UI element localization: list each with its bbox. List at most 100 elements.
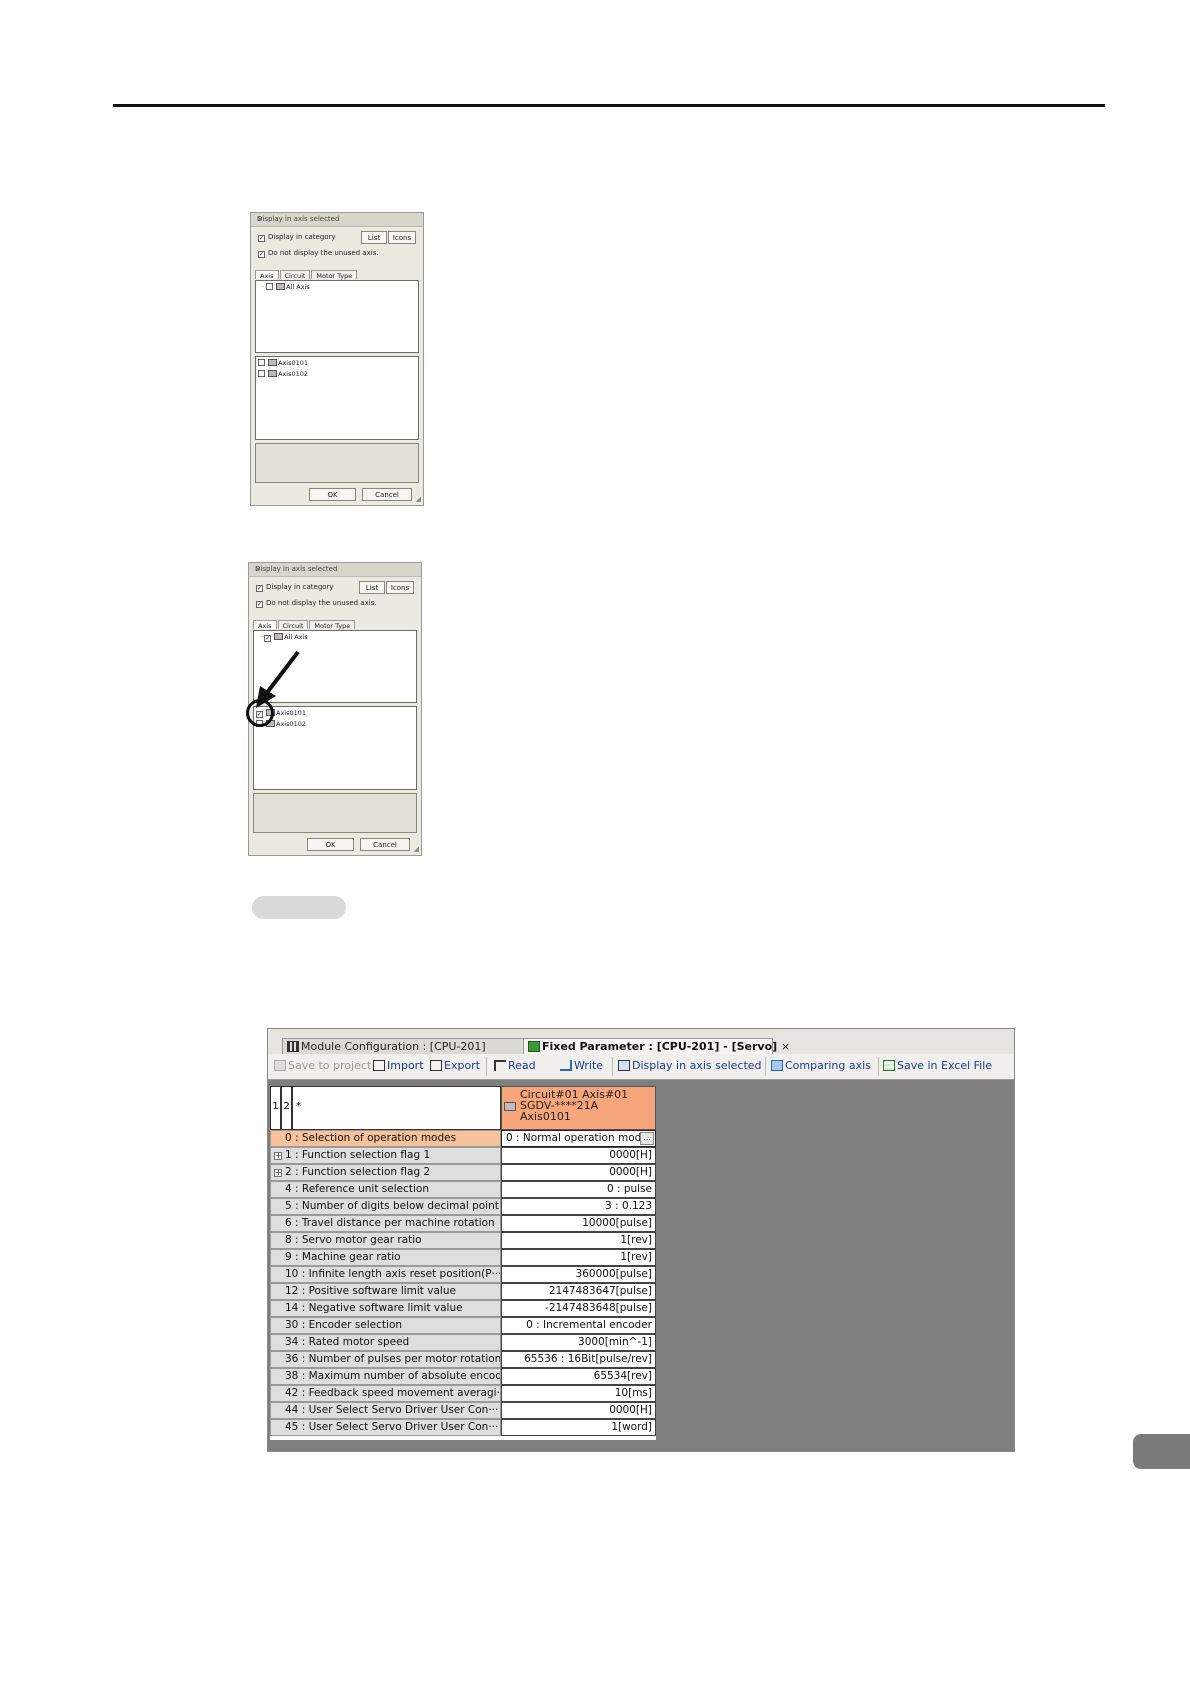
option-label: Do not display the unused axis. [266, 599, 377, 607]
table-row[interactable]: 42 : Feedback speed movement averagi··· 1… [270, 1385, 656, 1402]
comparing-axis-button[interactable]: Comparing axis [771, 1059, 871, 1073]
servo-icon [268, 359, 277, 366]
parameter-value[interactable]: 0 : pulse [501, 1181, 656, 1198]
table-row[interactable]: 38 : Maximum number of absolute encod···… [270, 1368, 656, 1385]
read-arrow-icon [494, 1060, 506, 1071]
parameter-value[interactable]: 3000[min^-1] [501, 1334, 656, 1351]
checkbox[interactable] [264, 635, 272, 642]
table-row[interactable]: 9 : Machine gear ratio 1[rev] [270, 1249, 656, 1266]
read-button[interactable]: Read [494, 1059, 536, 1073]
parameter-value[interactable]: 1[rev] [501, 1232, 656, 1249]
parameter-value[interactable]: 0 : Incremental encoder [501, 1317, 656, 1334]
parameter-value[interactable]: 0000[H] [501, 1147, 656, 1164]
close-icon[interactable]: × [781, 1040, 790, 1053]
parameter-value[interactable]: 0 : Normal operation mode... [501, 1130, 656, 1147]
write-button[interactable]: Write [560, 1059, 603, 1073]
column-header-star[interactable]: * [292, 1086, 501, 1130]
parameter-name: 5 : Number of digits below decimal point [270, 1198, 501, 1215]
axis-header-name: Axis0101 [520, 1110, 571, 1123]
axis-item[interactable]: Axis0102 [258, 370, 308, 378]
export-button[interactable]: Export [430, 1059, 480, 1073]
close-icon[interactable]: × [255, 565, 417, 573]
tab-axis[interactable]: Axis [255, 270, 279, 280]
parameter-value[interactable]: 10[ms] [501, 1385, 656, 1402]
parameter-value[interactable]: 0000[H] [501, 1164, 656, 1181]
tab-fixed-parameter[interactable]: Fixed Parameter : [CPU-201] - [Servo] × [523, 1038, 790, 1054]
checkbox[interactable] [258, 359, 265, 366]
table-row[interactable]: 5 : Number of digits below decimal point… [270, 1198, 656, 1215]
display-in-axis-selected-button[interactable]: Display in axis selected [618, 1059, 762, 1073]
table-row[interactable]: 4 : Reference unit selection 0 : pulse [270, 1181, 656, 1198]
checkbox[interactable] [258, 235, 265, 242]
checkbox[interactable] [256, 601, 263, 608]
save-in-excel-button[interactable]: Save in Excel File [883, 1059, 992, 1073]
checkbox[interactable] [258, 251, 265, 258]
table-row[interactable]: 34 : Rated motor speed 3000[min^-1] [270, 1334, 656, 1351]
close-icon[interactable]: × [257, 215, 419, 223]
axis-filter-icon [618, 1060, 630, 1071]
expand-icon[interactable]: + [274, 1152, 282, 1160]
do-not-display-unused-option[interactable]: Do not display the unused axis. [256, 599, 377, 609]
fixed-parameter-window: Module Configuration : [CPU-201] Fixed P… [267, 1028, 1015, 1452]
parameter-value[interactable]: -2147483648[pulse] [501, 1300, 656, 1317]
parameter-value[interactable]: 3 : 0.123 [501, 1198, 656, 1215]
parameter-name: 36 : Number of pulses per motor rotation [270, 1351, 501, 1368]
tab-motor-type[interactable]: Motor Type [311, 270, 358, 280]
parameter-value[interactable]: 65534[rev] [501, 1368, 656, 1385]
import-button[interactable]: Import [373, 1059, 424, 1073]
cancel-button[interactable]: Cancel [360, 838, 410, 851]
parameter-value[interactable]: 65536 : 16Bit[pulse/rev] [501, 1351, 656, 1368]
icons-button[interactable]: Icons [388, 231, 416, 244]
resize-grip-icon[interactable]: ◢ [416, 495, 421, 503]
column-header-2[interactable]: 2 [281, 1086, 292, 1130]
list-button[interactable]: List [361, 231, 387, 244]
axis-column-header[interactable]: Circuit#01 Axis#01 SGDV-****21A Axis0101 [501, 1086, 656, 1130]
resize-grip-icon[interactable]: ◢ [414, 845, 419, 853]
parameter-name: 34 : Rated motor speed [270, 1334, 501, 1351]
save-to-project-button[interactable]: Save to project [274, 1059, 371, 1073]
table-row[interactable]: 14 : Negative software limit value -21474… [270, 1300, 656, 1317]
ok-button[interactable]: OK [309, 488, 356, 501]
list-button[interactable]: List [359, 581, 385, 594]
do-not-display-unused-option[interactable]: Do not display the unused axis. [258, 249, 379, 259]
ok-button[interactable]: OK [307, 838, 354, 851]
display-in-category-option[interactable]: Display in category [256, 583, 334, 593]
table-row[interactable]: 30 : Encoder selection 0 : Incremental en… [270, 1317, 656, 1334]
parameter-value[interactable]: 0000[H] [501, 1402, 656, 1419]
table-row[interactable]: 12 : Positive software limit value 214748… [270, 1283, 656, 1300]
parameter-value[interactable]: 360000[pulse] [501, 1266, 656, 1283]
name-text: 2 : Function selection flag 2 [285, 1166, 431, 1178]
tab-circuit[interactable]: Circuit [279, 270, 311, 280]
tab-motor-type[interactable]: Motor Type [309, 620, 356, 630]
expand-icon[interactable]: + [274, 1169, 282, 1177]
tab-axis[interactable]: Axis [253, 620, 277, 630]
tree-item-all-axis[interactable]: ··All Axis [260, 633, 308, 642]
table-row[interactable]: 10 : Infinite length axis reset position… [270, 1266, 656, 1283]
checkbox[interactable] [258, 370, 265, 377]
parameter-name: 0 : Selection of operation modes [270, 1130, 501, 1147]
tree-item-all-axis[interactable]: ··All Axis [262, 283, 310, 291]
parameter-value[interactable]: 1[word] [501, 1419, 656, 1436]
table-row[interactable]: 45 : User Select Servo Driver User Con··… [270, 1419, 656, 1436]
table-row[interactable]: 6 : Travel distance per machine rotation… [270, 1215, 656, 1232]
axis-item[interactable]: Axis0101 [258, 359, 308, 367]
table-row[interactable]: 8 : Servo motor gear ratio 1[rev] [270, 1232, 656, 1249]
checkbox[interactable] [256, 585, 263, 592]
cancel-button[interactable]: Cancel [362, 488, 412, 501]
ellipsis-button[interactable]: ... [640, 1132, 654, 1145]
icons-button[interactable]: Icons [386, 581, 414, 594]
display-in-category-option[interactable]: Display in category [258, 233, 336, 243]
parameter-name: 4 : Reference unit selection [270, 1181, 501, 1198]
table-row[interactable]: 36 : Number of pulses per motor rotation… [270, 1351, 656, 1368]
tab-circuit[interactable]: Circuit [277, 620, 309, 630]
parameter-value[interactable]: 10000[pulse] [501, 1215, 656, 1232]
checkbox[interactable] [266, 283, 274, 290]
table-row[interactable]: 44 : User Select Servo Driver User Con··… [270, 1402, 656, 1419]
parameter-value[interactable]: 1[rev] [501, 1249, 656, 1266]
parameter-value[interactable]: 2147483647[pulse] [501, 1283, 656, 1300]
table-row[interactable]: +1 : Function selection flag 1 0000[H] [270, 1147, 656, 1164]
table-row[interactable]: +2 : Function selection flag 2 0000[H] [270, 1164, 656, 1181]
column-header-1[interactable]: 1 [270, 1086, 281, 1130]
tab-module-configuration[interactable]: Module Configuration : [CPU-201] [282, 1038, 526, 1054]
table-row[interactable]: 0 : Selection of operation modes 0 : Norm… [270, 1130, 656, 1147]
